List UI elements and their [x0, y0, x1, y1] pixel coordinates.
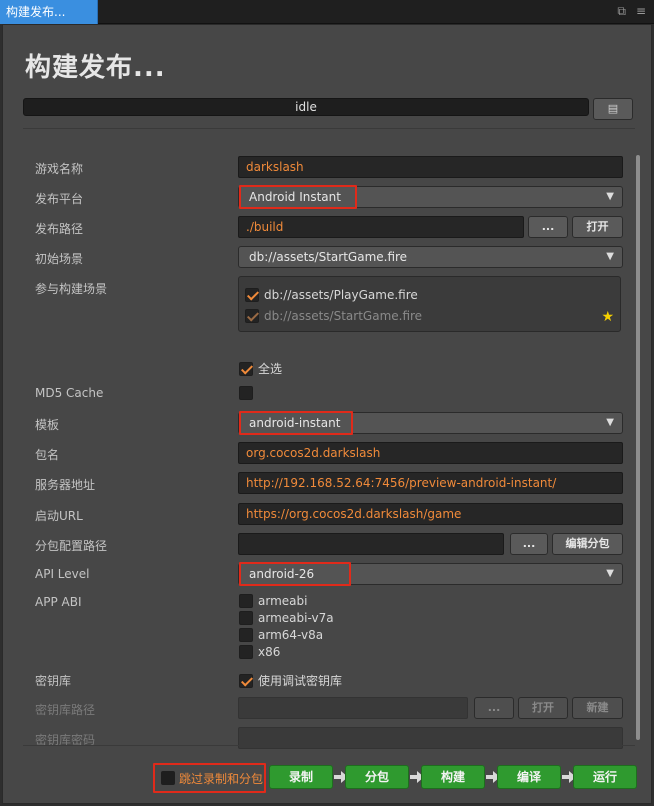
start-scene-select[interactable]: db://assets/StartGame.fire ▼	[238, 246, 623, 268]
tab-controls: ⧉ ≡	[617, 4, 646, 19]
keystore-new-button: 新建	[572, 697, 623, 719]
scene-item-label: db://assets/PlayGame.fire	[264, 288, 418, 302]
keystore-open-button: 打开	[518, 697, 568, 719]
start-scene-value: db://assets/StartGame.fire	[249, 250, 408, 264]
build-panel: 构建发布... idle ▤ 游戏名称 darkslash 发布平台 Andro…	[2, 24, 652, 804]
scene-item: db://assets/StartGame.fire	[245, 309, 422, 323]
skip-record-subpackage[interactable]: 跳过录制和分包	[155, 765, 265, 791]
launch-url-input[interactable]: https://org.cocos2d.darkslash/game	[238, 503, 623, 525]
subpackage-path-input[interactable]	[238, 533, 504, 555]
scene-item-label: db://assets/StartGame.fire	[264, 309, 423, 323]
game-name-input[interactable]: darkslash	[238, 156, 623, 178]
dropdown-arrow-icon: ▼	[606, 568, 614, 579]
subpackage-browse-button[interactable]: ...	[510, 533, 548, 555]
divider	[23, 745, 635, 746]
build-button[interactable]: 构建	[421, 765, 485, 789]
compile-button[interactable]: 编译	[497, 765, 561, 789]
package-name-input[interactable]: org.cocos2d.darkslash	[238, 442, 623, 464]
md5-label: MD5 Cache	[35, 386, 104, 400]
api-level-value: android-26	[249, 567, 315, 581]
build-status: idle	[295, 100, 317, 114]
abi-option[interactable]: arm64-v8a	[239, 628, 323, 642]
checkbox[interactable]	[239, 594, 253, 608]
run-button[interactable]: 运行	[573, 765, 637, 789]
select-all-label: 全选	[258, 362, 283, 376]
checkbox[interactable]	[239, 628, 253, 642]
build-path-input[interactable]: ./build	[238, 216, 524, 238]
server-url-input[interactable]: http://192.168.52.64:7456/preview-androi…	[238, 472, 623, 494]
abi-option-label: armeabi	[258, 594, 308, 608]
template-label: 模板	[35, 418, 60, 432]
divider	[23, 128, 635, 129]
debug-keystore-row[interactable]: 使用调试密钥库	[239, 672, 342, 689]
keystore-path-input	[238, 697, 468, 719]
template-select[interactable]: android-instant ▼	[238, 412, 623, 434]
app-abi-label: APP ABI	[35, 595, 82, 609]
scroll-thumb[interactable]	[636, 155, 640, 740]
abi-option[interactable]: armeabi-v7a	[239, 611, 334, 625]
dropdown-arrow-icon: ▼	[606, 191, 614, 202]
scrollbar[interactable]	[636, 155, 640, 740]
log-icon: ▤	[607, 102, 619, 115]
platform-label: 发布平台	[35, 192, 84, 206]
server-url-label: 服务器地址	[35, 478, 96, 492]
build-path-browse-button[interactable]: ...	[528, 216, 568, 238]
keystore-path-label: 密钥库路径	[35, 703, 96, 717]
md5-checkbox[interactable]	[239, 386, 253, 400]
package-name-label: 包名	[35, 448, 60, 462]
build-progress-bar: idle	[23, 98, 589, 116]
build-path-open-button[interactable]: 打开	[572, 216, 623, 238]
checkbox[interactable]	[239, 611, 253, 625]
debug-keystore-label: 使用调试密钥库	[258, 674, 343, 688]
checkbox[interactable]	[245, 288, 259, 302]
abi-option[interactable]: armeabi	[239, 594, 307, 608]
record-button[interactable]: 录制	[269, 765, 333, 789]
tab-title: 构建发布...	[6, 5, 66, 19]
select-all-checkbox[interactable]	[239, 361, 253, 376]
skip-label: 跳过录制和分包	[179, 771, 264, 786]
md5-row[interactable]	[239, 386, 253, 400]
launch-url-label: 启动URL	[35, 509, 83, 523]
edit-subpackage-button[interactable]: 编辑分包	[552, 533, 623, 555]
build-form: 游戏名称 darkslash 发布平台 Android Instant ▼ 发布…	[23, 143, 623, 749]
start-scene-label: 初始场景	[35, 252, 84, 266]
game-name-label: 游戏名称	[35, 162, 84, 176]
abi-option-label: armeabi-v7a	[258, 611, 334, 625]
tab-bar: 构建发布... ⧉ ≡	[0, 0, 654, 24]
star-icon: ★	[601, 309, 614, 325]
api-level-select[interactable]: android-26 ▼	[238, 563, 623, 585]
build-path-label: 发布路径	[35, 222, 84, 236]
checkbox[interactable]	[239, 645, 253, 659]
abi-option-label: x86	[258, 645, 281, 659]
keystore-browse-button: ...	[474, 697, 514, 719]
debug-keystore-checkbox[interactable]	[239, 673, 253, 688]
skip-checkbox[interactable]	[161, 771, 175, 785]
abi-option[interactable]: x86	[239, 645, 280, 659]
scenes-label: 参与构建场景	[35, 282, 108, 296]
template-value: android-instant	[249, 416, 341, 430]
build-log-button[interactable]: ▤	[593, 98, 633, 120]
scene-list: db://assets/PlayGame.fire db://assets/St…	[238, 276, 621, 332]
dropdown-arrow-icon: ▼	[606, 417, 614, 428]
popout-icon[interactable]: ⧉	[617, 4, 626, 19]
keystore-label: 密钥库	[35, 674, 72, 688]
select-all-row[interactable]: 全选	[239, 360, 282, 377]
checkbox	[245, 309, 259, 323]
platform-value: Android Instant	[249, 190, 341, 204]
api-level-label: API Level	[35, 567, 90, 581]
menu-icon[interactable]: ≡	[636, 4, 646, 19]
scene-item[interactable]: db://assets/PlayGame.fire	[245, 288, 418, 302]
dropdown-arrow-icon: ▼	[606, 251, 614, 262]
platform-select[interactable]: Android Instant ▼	[238, 186, 623, 208]
abi-option-label: arm64-v8a	[258, 628, 324, 642]
page-title: 构建发布...	[25, 53, 166, 83]
subpackage-button[interactable]: 分包	[345, 765, 409, 789]
subpackage-path-label: 分包配置路径	[35, 539, 108, 553]
tab-build-publish[interactable]: 构建发布...	[0, 0, 98, 24]
